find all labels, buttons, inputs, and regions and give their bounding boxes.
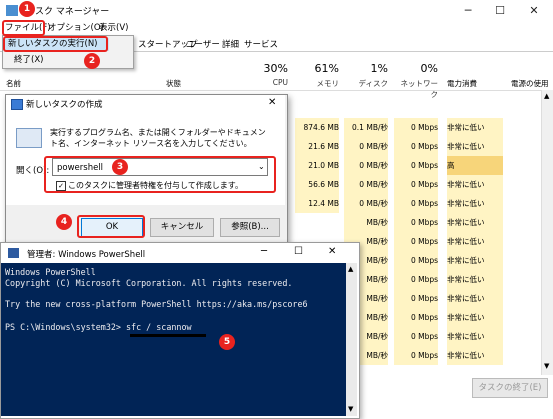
menu-exit[interactable]: 終了(X) xyxy=(14,53,43,65)
callout-3: 3 xyxy=(112,159,128,175)
cell-net: 0 Mbps xyxy=(394,137,438,156)
highlight-ok xyxy=(77,215,145,238)
browse-button[interactable]: 参照(B)... xyxy=(220,218,280,237)
cell-net: 0 Mbps xyxy=(394,156,438,175)
cell-net: 0 Mbps xyxy=(394,213,438,232)
cell-net: 0 Mbps xyxy=(394,232,438,251)
network-percent: 0% xyxy=(420,62,438,75)
tab-users[interactable]: ユーザー xyxy=(186,38,220,50)
column-memory[interactable]: メモリ xyxy=(295,78,340,89)
cell-net: 0 Mbps xyxy=(394,327,438,346)
cell-power: 非常に低い xyxy=(447,232,503,251)
cell-power: 非常に低い xyxy=(447,346,503,365)
highlight-new-task xyxy=(3,36,108,52)
column-power-trend[interactable]: 電源の使用 xyxy=(511,78,549,89)
cell-power: 非常に低い xyxy=(447,118,503,137)
cell-power: 非常に低い xyxy=(447,270,503,289)
tab-details[interactable]: 詳細 xyxy=(222,38,239,50)
cell-net: 0 Mbps xyxy=(394,175,438,194)
maximize-button[interactable]: ☐ xyxy=(488,3,512,19)
column-name[interactable]: 名前 xyxy=(6,78,21,89)
cell-disk: 0 MB/秒 xyxy=(344,175,388,194)
cell-disk: 0 MB/秒 xyxy=(344,156,388,175)
scroll-up-icon[interactable]: ▲ xyxy=(544,92,549,100)
cell-net: 0 Mbps xyxy=(394,194,438,213)
column-network[interactable]: ネットワーク xyxy=(394,78,439,100)
tab-services[interactable]: サービス xyxy=(244,38,278,50)
ps-minimize-button[interactable]: ─ xyxy=(261,246,267,257)
cell-disk: 0 MB/秒 xyxy=(344,137,388,156)
column-status[interactable]: 状態 xyxy=(166,78,181,89)
cell-net: 0 Mbps xyxy=(394,308,438,327)
cancel-button[interactable]: キャンセル xyxy=(150,218,214,237)
ps-scroll-up-icon[interactable]: ▲ xyxy=(348,265,353,273)
task-manager-titlebar: タスク マネージャー ─ ☐ ✕ xyxy=(0,0,553,22)
powershell-titlebar: 管理者: Windows PowerShell ─ ☐ ✕ xyxy=(1,243,357,263)
cell-net: 0 Mbps xyxy=(394,270,438,289)
cell-power: 非常に低い xyxy=(447,194,503,213)
dialog-title: 新しいタスクの作成 xyxy=(26,100,103,110)
callout-1: 1 xyxy=(19,1,35,17)
ps-maximize-button[interactable]: ☐ xyxy=(294,246,303,257)
powershell-title: 管理者: Windows PowerShell xyxy=(27,250,146,260)
ps-scrollbar[interactable]: ▲ ▼ xyxy=(346,263,357,416)
cell-net: 0 Mbps xyxy=(394,289,438,308)
ps-line: Windows PowerShell xyxy=(5,267,96,277)
cell-mem: 56.6 MB xyxy=(295,175,339,194)
ps-scroll-down-icon[interactable]: ▼ xyxy=(348,405,353,413)
cell-power: 非常に低い xyxy=(447,308,503,327)
cell-mem: 21.6 MB xyxy=(295,137,339,156)
run-program-icon xyxy=(16,128,42,148)
task-manager-title: タスク マネージャー xyxy=(26,7,110,17)
highlight-file-menu xyxy=(2,20,45,36)
dialog-close-icon[interactable]: ✕ xyxy=(268,97,276,108)
scrollbar[interactable]: ▲ ▼ xyxy=(541,90,553,375)
dialog-titlebar: 新しいタスクの作成 ✕ xyxy=(6,95,285,113)
dialog-description: 実行するプログラム名、または開くフォルダーやドキュメント名、インターネット リソ… xyxy=(50,128,266,148)
cpu-percent: 30% xyxy=(263,62,288,75)
ps-line: Copyright (C) Microsoft Corporation. All… xyxy=(5,278,293,288)
callout-4: 4 xyxy=(56,214,72,230)
cell-disk: 0 MB/秒 xyxy=(344,194,388,213)
column-power[interactable]: 電力消費 xyxy=(447,78,477,89)
disk-percent: 1% xyxy=(370,62,388,75)
powershell-icon xyxy=(8,248,19,258)
menu-options[interactable]: オプション(O) xyxy=(48,22,104,35)
cell-power: 非常に低い xyxy=(447,213,503,232)
cell-net: 0 Mbps xyxy=(394,346,438,365)
ps-line: PS C:\Windows\system32> sfc / scannow xyxy=(5,322,192,332)
cell-net: 0 Mbps xyxy=(394,251,438,270)
cell-power: 非常に低い xyxy=(447,327,503,346)
cell-power: 非常に低い xyxy=(447,137,503,156)
cell-disk: 0.1 MB/秒 xyxy=(344,118,388,137)
cell-net: 0 Mbps xyxy=(394,118,438,137)
run-icon xyxy=(11,99,23,110)
scroll-down-icon[interactable]: ▼ xyxy=(544,362,549,370)
cell-mem: 874.6 MB xyxy=(295,118,339,137)
ps-close-button[interactable]: ✕ xyxy=(328,246,336,257)
cell-power: 非常に低い xyxy=(447,289,503,308)
callout-5: 5 xyxy=(219,334,235,350)
cell-mem: 21.0 MB xyxy=(295,156,339,175)
memory-percent: 61% xyxy=(314,62,339,75)
callout-2: 2 xyxy=(84,53,100,69)
ps-line: Try the new cross-platform PowerShell ht… xyxy=(5,299,308,309)
cell-mem: 12.4 MB xyxy=(295,194,339,213)
cell-power: 高 xyxy=(447,156,503,175)
column-cpu[interactable]: CPU xyxy=(244,78,288,87)
highlight-input xyxy=(44,156,276,193)
cell-power: 非常に低い xyxy=(447,175,503,194)
cell-disk: MB/秒 xyxy=(344,213,388,232)
column-disk[interactable]: ディスク xyxy=(344,78,388,89)
end-task-button[interactable]: タスクの終了(E) xyxy=(472,378,548,398)
task-manager-icon xyxy=(6,5,18,16)
command-underline xyxy=(130,334,206,337)
minimize-button[interactable]: ─ xyxy=(456,3,480,19)
cell-power: 非常に低い xyxy=(447,251,503,270)
menu-view[interactable]: 表示(V) xyxy=(99,22,128,35)
close-button[interactable]: ✕ xyxy=(522,3,546,19)
